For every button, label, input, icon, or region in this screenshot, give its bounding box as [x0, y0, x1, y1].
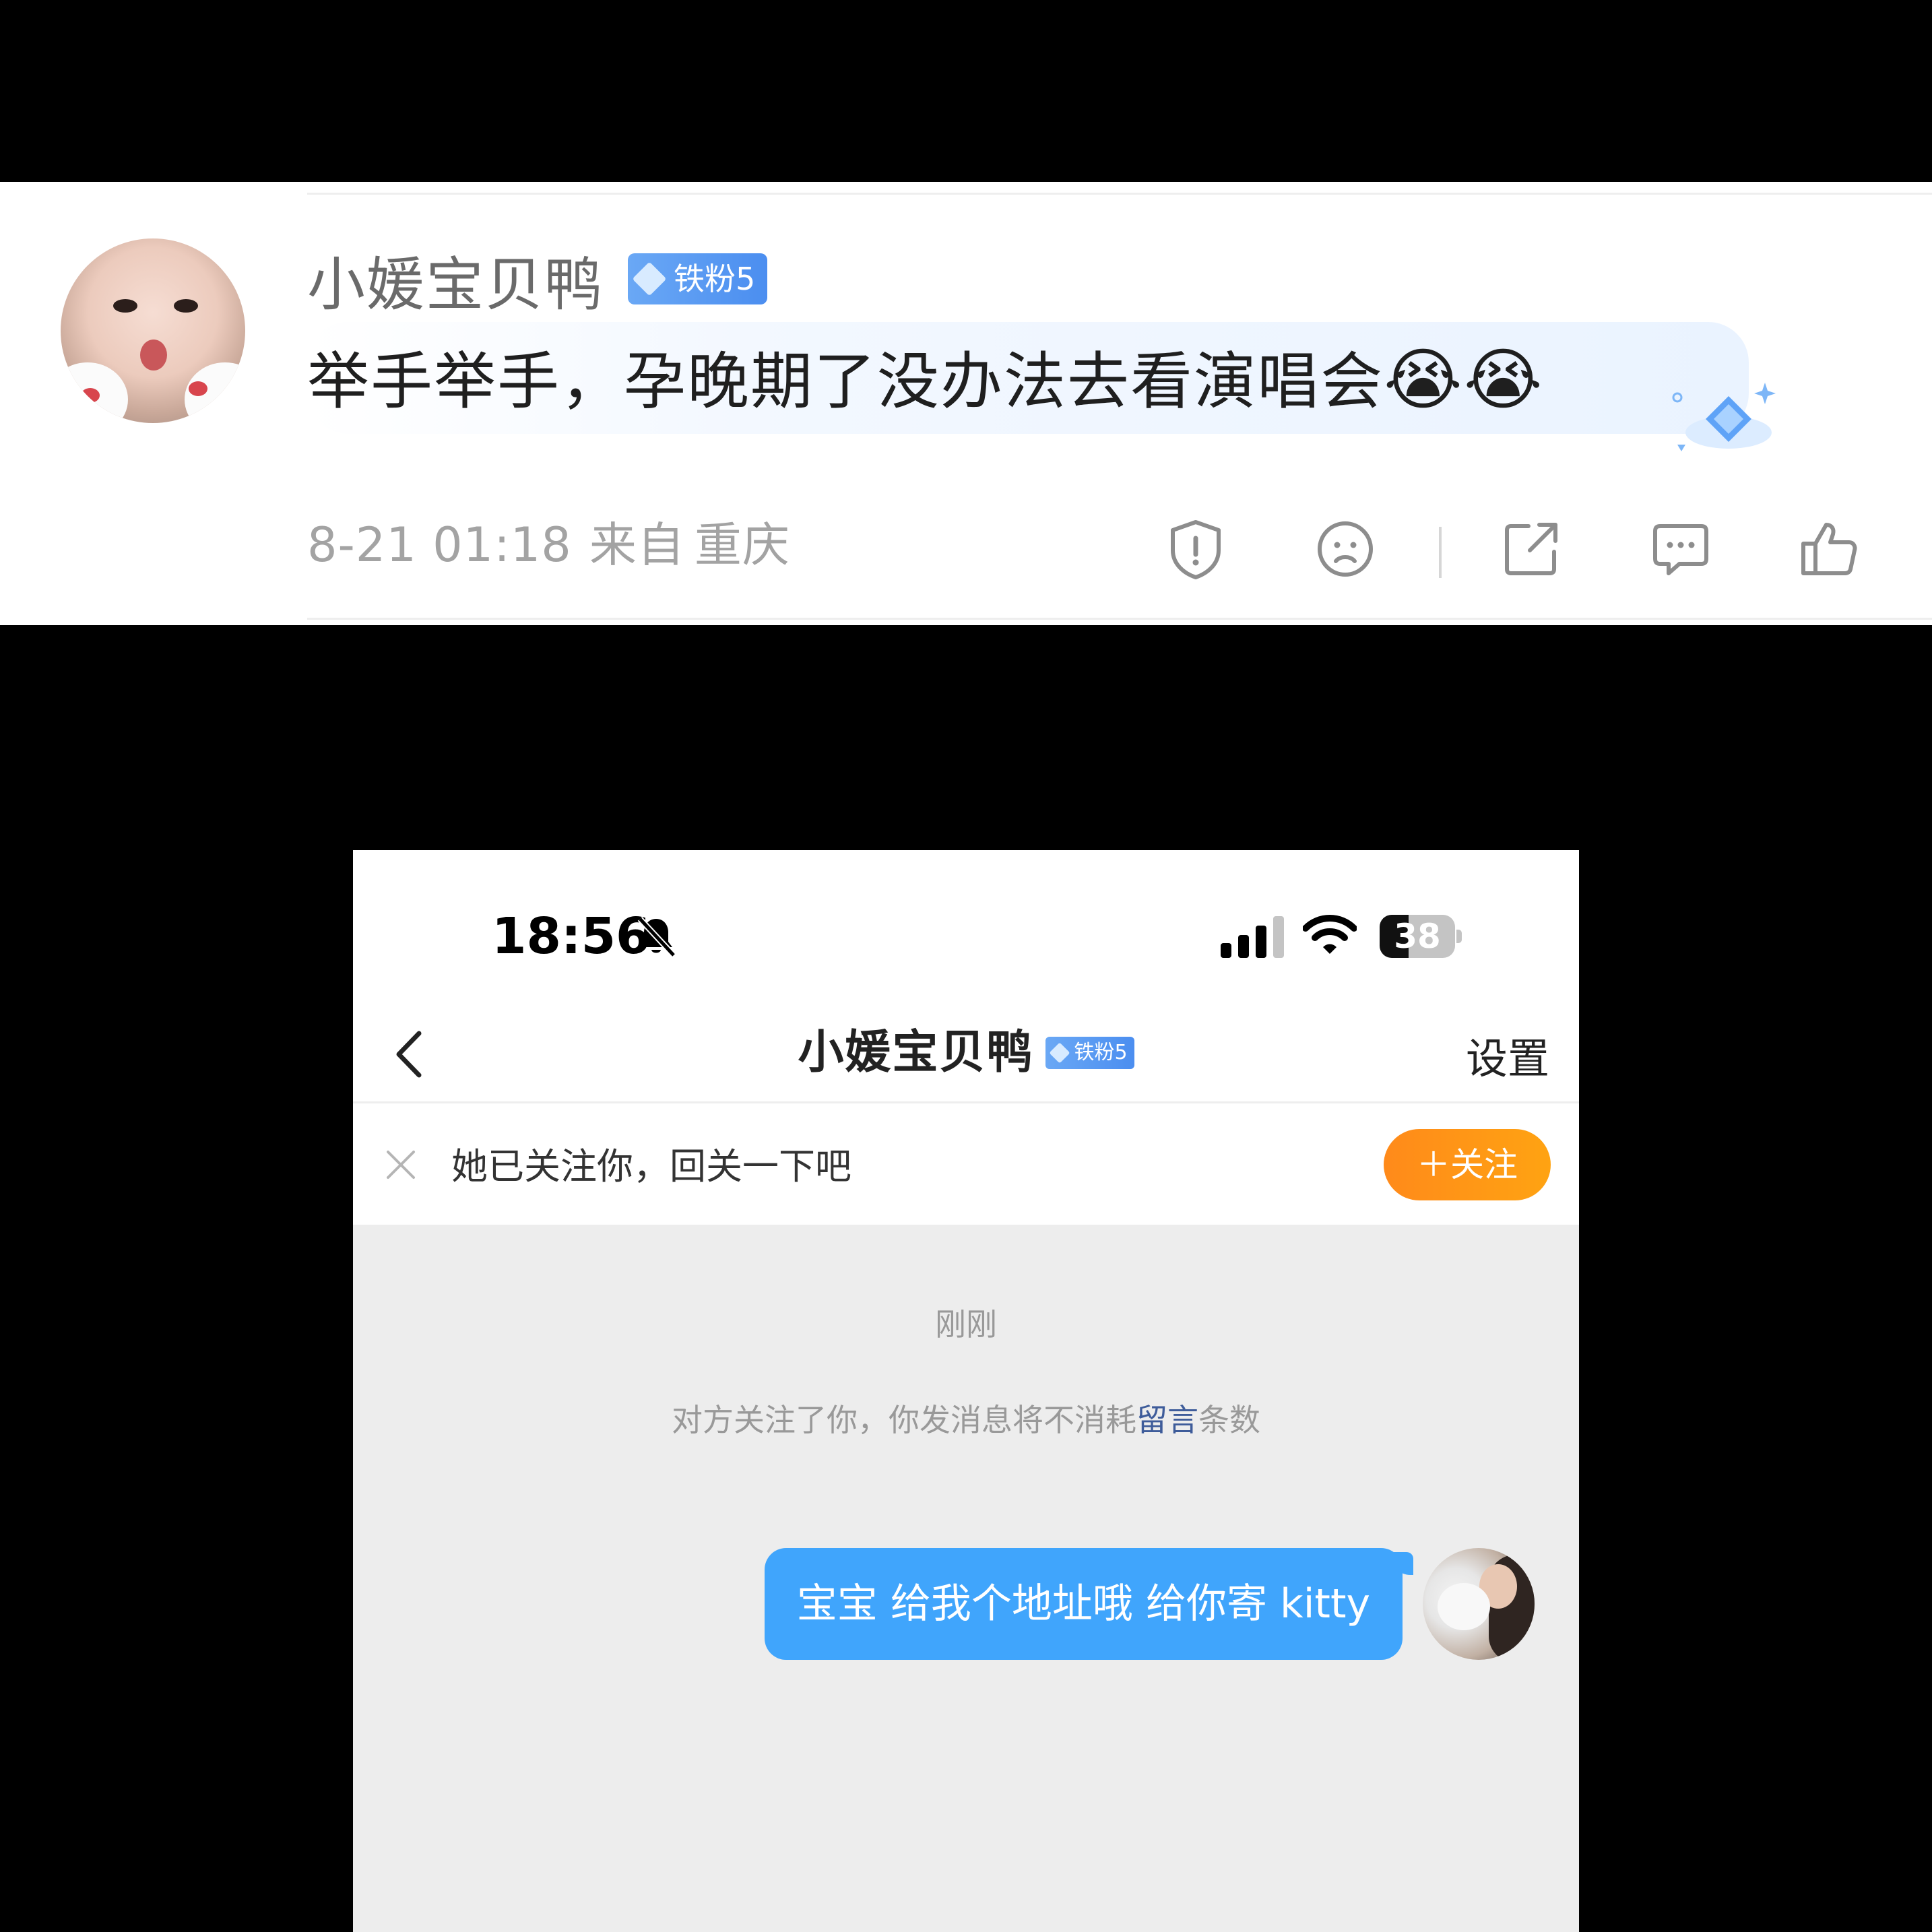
- sent-message-bubble[interactable]: 宝宝 给我个地址哦 给你寄 kitty: [764, 1548, 1403, 1660]
- notice-text: 对方关注了你，你发消息将不消耗: [672, 1402, 1136, 1438]
- like-button[interactable]: [1792, 512, 1866, 586]
- avatar-cat: [1438, 1583, 1490, 1630]
- action-divider: [1439, 527, 1442, 578]
- avatar-dot: [189, 381, 207, 396]
- wifi-icon: [1303, 915, 1357, 954]
- avatar-eye: [174, 299, 198, 313]
- diamond-icon: [632, 261, 667, 296]
- reply-button[interactable]: [1644, 512, 1718, 586]
- divider: [307, 618, 1932, 620]
- diamond-icon: [1049, 1042, 1071, 1064]
- commenter-avatar[interactable]: [61, 238, 245, 423]
- fan-level-badge[interactable]: 铁粉5: [628, 253, 768, 304]
- battery-percent: 38: [1394, 917, 1441, 956]
- chat-contact-name[interactable]: 小媛宝贝鸭: [798, 1024, 1033, 1082]
- follow-button[interactable]: ＋关注: [1384, 1129, 1551, 1200]
- comment-source-prefix: 来自: [589, 517, 685, 573]
- avatar-eye: [113, 299, 137, 313]
- dislike-button[interactable]: [1308, 512, 1382, 586]
- avatar-dot: [81, 388, 100, 403]
- crying-emoji-icon: 😭: [1384, 340, 1464, 419]
- avatar-mouth: [140, 340, 167, 371]
- system-notice: 对方关注了你，你发消息将不消耗留言条数: [353, 1398, 1579, 1442]
- sad-face-icon: [1318, 521, 1373, 577]
- message-timestamp: 刚刚: [935, 1306, 997, 1343]
- commenter-name[interactable]: 小媛宝贝鸭: [307, 248, 604, 322]
- comment-body: 举手举手，孕晚期了没办法去看演唱会: [307, 346, 1384, 418]
- comment-date: 8-21 01:18: [307, 517, 572, 573]
- share-icon: [1505, 523, 1557, 575]
- status-time: 18:56: [492, 907, 651, 965]
- chat-screenshot: 18:56 38 小媛宝贝鸭 铁粉5 设置 她已关注你，回关一下吧 ＋关注 刚刚…: [353, 850, 1579, 1932]
- comment-text: 举手举手，孕晚期了没办法去看演唱会😭😭: [307, 340, 1544, 422]
- message-quota-link[interactable]: 留言: [1136, 1402, 1198, 1438]
- divider: [307, 193, 1932, 195]
- comment-location: 重庆: [694, 517, 790, 573]
- comment-icon: [1653, 524, 1708, 575]
- badge-label: 铁粉5: [674, 261, 756, 297]
- report-button[interactable]: [1159, 512, 1233, 586]
- diamond-sparkle-icon: [1672, 383, 1776, 451]
- battery-cap: [1456, 930, 1462, 943]
- bell-muted-icon: [637, 916, 676, 958]
- sender-avatar[interactable]: [1423, 1548, 1535, 1660]
- settings-button[interactable]: 设置: [1466, 1032, 1549, 1086]
- comment-actions: [1159, 512, 1859, 586]
- close-icon[interactable]: [383, 1147, 419, 1183]
- follow-back-prompt: 她已关注你，回关一下吧: [451, 1145, 851, 1188]
- header-title: 小媛宝贝鸭 铁粉5: [353, 1024, 1579, 1082]
- message-list[interactable]: 刚刚 对方关注了你，你发消息将不消耗留言条数 宝宝 给我个地址哦 给你寄 kit…: [353, 1225, 1579, 1932]
- comment-meta: 8-21 01:18 来自 重庆: [307, 515, 808, 575]
- report-icon: [1171, 520, 1221, 579]
- thumbs-up-icon: [1801, 523, 1857, 575]
- chat-header: 小媛宝贝鸭 铁粉5 设置: [353, 1005, 1579, 1103]
- fan-level-badge[interactable]: 铁粉5: [1045, 1037, 1134, 1069]
- crying-emoji-icon: 😭: [1463, 340, 1544, 419]
- comment-card: 小媛宝贝鸭 铁粉5 举手举手，孕晚期了没办法去看演唱会😭😭 8-21 01:18…: [0, 182, 1932, 625]
- badge-label: 铁粉5: [1074, 1041, 1128, 1064]
- battery-indicator: 38: [1380, 915, 1463, 958]
- notice-text: 条数: [1198, 1402, 1260, 1438]
- signal-icon: [1221, 916, 1284, 958]
- share-button[interactable]: [1494, 512, 1568, 586]
- follow-back-bar: 她已关注你，回关一下吧 ＋关注: [353, 1105, 1579, 1225]
